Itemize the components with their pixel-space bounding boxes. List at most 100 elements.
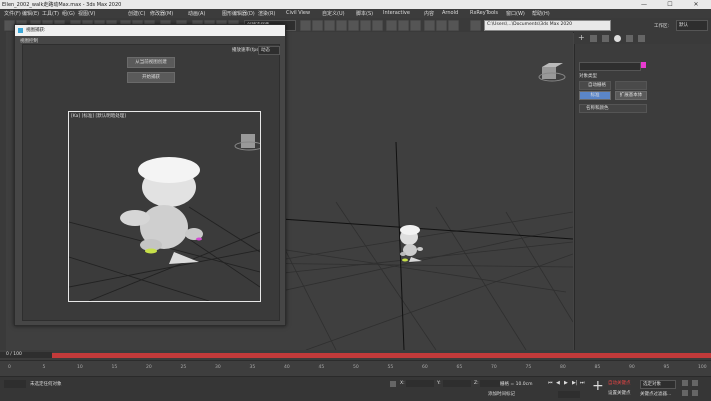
time-slider-thumb[interactable]: 0 / 100 [0, 352, 52, 358]
time-slider[interactable]: 0 / 100 [0, 350, 711, 360]
character-model[interactable] [400, 225, 423, 262]
selection-status: 未选定任何对象 [30, 382, 62, 387]
window-title: Ellen_2002_walk走路动Max.max - 3ds Max 2020 [2, 2, 122, 8]
menu-customize[interactable]: 自定义(U) [322, 10, 345, 17]
menu-rxreytools[interactable]: RxReyTools [470, 10, 498, 16]
panel-option-field[interactable] [615, 81, 647, 90]
utilities-tab-icon[interactable] [638, 35, 645, 42]
fps-dropdown[interactable]: 动态 [258, 46, 280, 55]
prev-frame-icon[interactable]: ◀ [556, 380, 560, 386]
create-tab-icon[interactable]: + [578, 34, 586, 42]
menu-group[interactable]: 组(G) [62, 10, 75, 17]
next-frame-icon[interactable]: ▶| [572, 380, 578, 386]
timeline-tick: 0 [8, 365, 11, 370]
menu-content[interactable]: 内容 [424, 10, 434, 17]
goto-start-icon[interactable]: ⏮ [548, 380, 553, 386]
viewport-capture-dialog: 视图捕获: 视图控制 播放速率(fps): 动态 从当前视图创建 开始捕获 [K… [14, 24, 286, 326]
menu-edit[interactable]: 编辑(E) [22, 10, 39, 17]
dialog-app-icon [18, 28, 23, 33]
lock-icon[interactable] [390, 381, 396, 387]
menu-arnold[interactable]: Arnold [442, 10, 458, 16]
motion-tab-icon[interactable] [614, 35, 621, 42]
zoom-icon[interactable] [682, 380, 688, 386]
key-filters-button[interactable]: 关键点过滤器... [640, 391, 671, 397]
extended-button[interactable]: 扩展基本体 [615, 91, 647, 100]
menu-rendering[interactable]: 渲染(R) [258, 10, 275, 17]
material-editor-icon[interactable] [372, 20, 383, 31]
create-from-view-label: 从当前视图创建 [135, 60, 167, 65]
y-field[interactable] [443, 380, 471, 387]
timeline-tick: 75 [525, 365, 532, 370]
menu-help[interactable]: 帮助(H) [532, 10, 550, 17]
z-field[interactable] [480, 380, 500, 387]
render-setup-icon[interactable] [386, 20, 397, 31]
open-folder-icon[interactable] [470, 20, 481, 31]
time-range-text: 0 / 100 [6, 352, 22, 357]
menu-window[interactable]: 窗口(W) [506, 10, 525, 17]
schematic-view-icon[interactable] [360, 20, 371, 31]
rendered-frame-icon[interactable] [398, 20, 409, 31]
play-icon[interactable]: ▶ [564, 380, 568, 386]
menu-modifiers[interactable]: 修改器(M) [150, 10, 173, 17]
menu-file[interactable]: 文件(F) [4, 10, 21, 17]
timeline-tick: 85 [594, 365, 601, 370]
y-label: Y: [437, 381, 441, 386]
menu-civil-view[interactable]: Civil View [286, 10, 310, 16]
set-key-icon[interactable]: + [592, 379, 604, 393]
selected-dropdown[interactable]: 选定对象 [640, 380, 676, 389]
timeline-tick: 25 [180, 365, 187, 370]
object-color-swatch[interactable] [641, 62, 646, 68]
maximize-button[interactable]: ☐ [659, 0, 681, 9]
set-key-button[interactable]: 设置关键点 [608, 390, 631, 396]
start-capture-button[interactable]: 开始捕获 [127, 72, 175, 83]
minimize-button[interactable]: — [633, 0, 655, 9]
viewcube-icon[interactable] [538, 63, 566, 82]
extended-button-label: 扩展基本体 [619, 93, 643, 98]
current-frame-field[interactable] [558, 391, 580, 398]
category-dropdown[interactable] [579, 62, 641, 71]
menu-view[interactable]: 视图(V) [78, 10, 95, 17]
timeline-tick: 95 [663, 365, 670, 370]
standard-button-label: 标准 [590, 93, 600, 98]
capture-preview[interactable]: [Ka] [标准] [默认明暗处理] [68, 111, 261, 302]
maxscript-listener[interactable] [4, 380, 26, 388]
add-time-tag[interactable]: 添加时间标记 [488, 391, 515, 397]
toggle-ribbon-icon[interactable] [336, 20, 347, 31]
hierarchy-tab-icon[interactable] [602, 35, 609, 42]
render-icon[interactable] [410, 20, 421, 31]
fold-icon[interactable] [448, 20, 459, 31]
autogrid-checkbox[interactable]: 自动栅格 [579, 81, 611, 90]
align-icon[interactable] [312, 20, 323, 31]
timeline-tick: 70 [491, 365, 497, 370]
maximize-viewport-icon[interactable] [692, 390, 698, 396]
modify-tab-icon[interactable] [590, 35, 597, 42]
menu-tools[interactable]: 工具(T) [42, 10, 59, 17]
auto-key-button[interactable]: 自动关键点 [608, 380, 631, 386]
menu-create[interactable]: 创建(C) [128, 10, 145, 17]
menu-interactive[interactable]: Interactive [383, 10, 410, 16]
standard-button[interactable]: 标准 [579, 91, 611, 100]
selected-value: 选定对象 [643, 382, 661, 387]
close-button[interactable]: ✕ [685, 0, 707, 9]
pan-icon[interactable] [692, 380, 698, 386]
orbit-icon[interactable] [682, 390, 688, 396]
mirror-icon[interactable] [300, 20, 311, 31]
timeline-tick: 15 [111, 365, 118, 370]
project-path-field[interactable]: C:\Users\...\Documents\3ds Max 2020 [484, 20, 611, 31]
x-field[interactable] [406, 380, 434, 387]
display-tab-icon[interactable] [626, 35, 633, 42]
workspace-dropdown[interactable]: 默认 [676, 20, 708, 31]
name-color-rollout[interactable]: 名称和颜色 [579, 104, 647, 113]
goto-end-icon[interactable]: ⏭ [580, 380, 585, 386]
menu-graph-editors[interactable]: 图形编辑器(D) [222, 10, 255, 17]
curve-editor-icon[interactable] [348, 20, 359, 31]
create-from-view-button[interactable]: 从当前视图创建 [127, 57, 175, 68]
status-bar: 未选定任何对象 X: Y: Z: 栅格 = 10.0cm 添加时间标记 ⏮ ◀ … [0, 376, 711, 401]
menu-scripting[interactable]: 脚本(S) [356, 10, 373, 17]
preview-character [120, 157, 203, 264]
a360-icon[interactable] [436, 20, 447, 31]
render-cloud-icon[interactable] [424, 20, 435, 31]
track-bar[interactable]: 0 5 10 15 20 25 30 35 40 45 50 55 60 65 70 75 80 85 90 95 10… [0, 360, 711, 377]
layer-explorer-icon[interactable] [324, 20, 335, 31]
menu-animation[interactable]: 动画(A) [188, 10, 205, 17]
